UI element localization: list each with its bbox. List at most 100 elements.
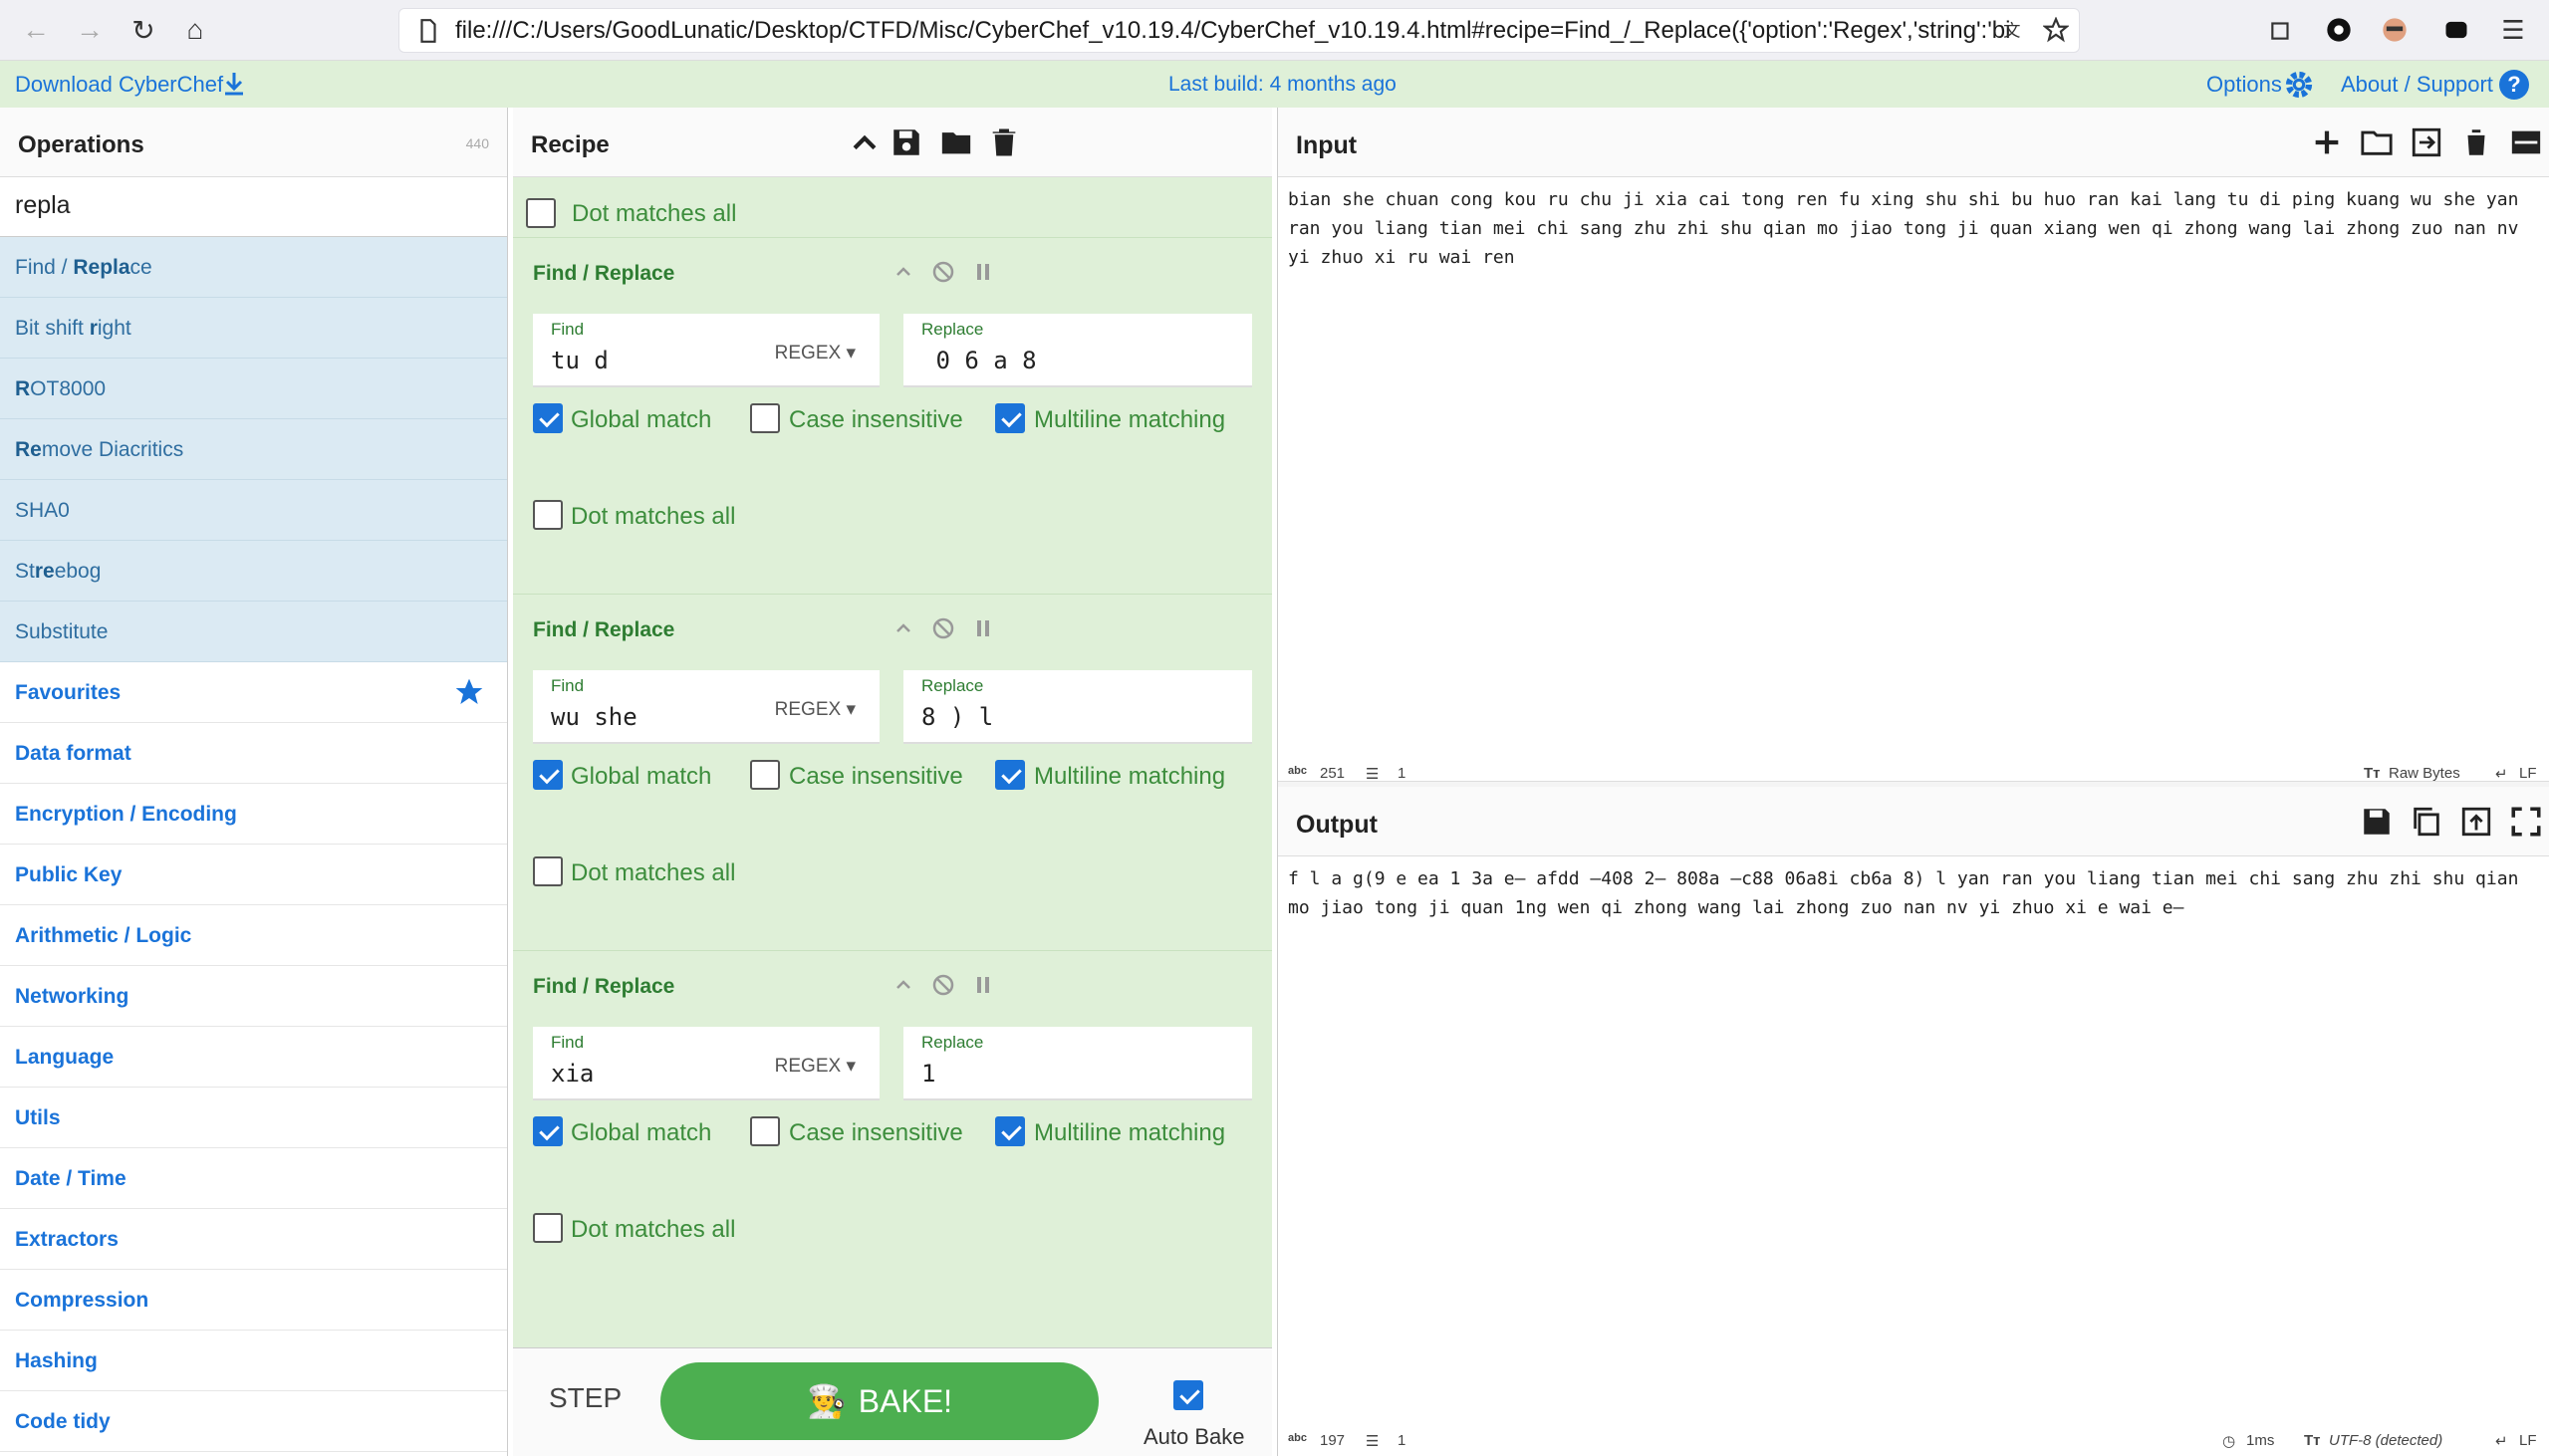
regex-dropdown[interactable]: REGEX ▾ (775, 342, 856, 364)
category-arithmetic-logic[interactable]: Arithmetic / Logic (0, 905, 507, 966)
dot-matches-all-checkbox[interactable] (526, 198, 556, 228)
replace-value[interactable]: 8 ) l (921, 703, 993, 731)
category-code-tidy[interactable]: Code tidy (0, 1391, 507, 1452)
global-match-checkbox[interactable] (533, 1116, 563, 1146)
clear-recipe-icon[interactable] (987, 125, 1021, 159)
category-date-time[interactable]: Date / Time (0, 1148, 507, 1209)
reload-icon[interactable]: ↻ (126, 12, 161, 48)
save-output-icon[interactable] (2360, 805, 2394, 839)
help-icon[interactable]: ? (2499, 70, 2529, 100)
regex-dropdown[interactable]: REGEX ▾ (775, 1055, 856, 1078)
category-data-format[interactable]: Data format (0, 723, 507, 784)
raw-bytes-label[interactable]: Raw Bytes (2389, 765, 2460, 782)
operations-search-input[interactable]: repla (0, 177, 507, 237)
case-insensitive-checkbox[interactable] (750, 760, 780, 790)
category-utils[interactable]: Utils (0, 1088, 507, 1148)
disable-icon[interactable] (931, 260, 955, 284)
translate-icon[interactable]: 文 (1996, 12, 2032, 48)
operation-result[interactable]: Bit shift right (0, 298, 507, 359)
open-folder-icon[interactable] (2360, 125, 2394, 159)
download-icon[interactable] (222, 71, 246, 97)
operation-result[interactable]: SHA0 (0, 480, 507, 541)
find-value[interactable]: tu d (551, 347, 609, 374)
multiline-checkbox[interactable] (995, 760, 1025, 790)
output-encoding[interactable]: UTF-8 (detected) (2329, 1432, 2442, 1449)
disable-icon[interactable] (931, 973, 955, 997)
address-bar[interactable]: file:///C:/Users/GoodLunatic/Desktop/CTF… (398, 8, 2080, 53)
step-button[interactable]: STEP (549, 1382, 622, 1414)
download-link[interactable]: Download CyberChef (15, 72, 223, 98)
menu-icon[interactable]: ☰ (2495, 12, 2531, 48)
extension-mask-icon[interactable] (2438, 12, 2474, 48)
input-textarea[interactable]: bian she chuan cong kou ru chu ji xia ca… (1288, 185, 2538, 544)
collapse-icon[interactable] (892, 973, 915, 997)
find-field[interactable]: Find tu d REGEX ▾ (533, 314, 880, 387)
category-hashing[interactable]: Hashing (0, 1331, 507, 1391)
url-text[interactable]: file:///C:/Users/GoodLunatic/Desktop/CTF… (455, 17, 2009, 45)
category-language[interactable]: Language (0, 1027, 507, 1088)
bookmark-star-icon[interactable] (2038, 12, 2074, 48)
case-insensitive-checkbox[interactable] (750, 403, 780, 433)
disable-icon[interactable] (931, 616, 955, 640)
replace-input-icon[interactable] (2459, 805, 2493, 839)
dot-matches-all-checkbox[interactable] (533, 500, 563, 530)
collapse-all-icon[interactable] (848, 125, 882, 159)
category-favourites[interactable]: Favourites (0, 662, 507, 723)
auto-bake-checkbox[interactable] (1173, 1380, 1203, 1410)
regex-dropdown[interactable]: REGEX ▾ (775, 698, 856, 721)
clear-input-icon[interactable] (2459, 125, 2493, 159)
bake-button[interactable]: 👨‍🍳 BAKE! (660, 1362, 1099, 1440)
add-tab-icon[interactable] (2310, 125, 2344, 159)
collapse-icon[interactable] (892, 260, 915, 284)
save-recipe-icon[interactable] (890, 125, 923, 159)
options-link[interactable]: Options (2206, 72, 2282, 98)
output-eol[interactable]: LF (2519, 1432, 2537, 1449)
operation-result[interactable]: Remove Diacritics (0, 419, 507, 480)
maximise-icon[interactable] (2509, 805, 2543, 839)
layout-icon[interactable] (2509, 125, 2543, 159)
operation-result[interactable]: Substitute (0, 602, 507, 662)
multiline-checkbox[interactable] (995, 1116, 1025, 1146)
operation-result[interactable]: Streebog (0, 541, 507, 602)
case-insensitive-checkbox[interactable] (750, 1116, 780, 1146)
category-compression[interactable]: Compression (0, 1270, 507, 1331)
breakpoint-icon[interactable] (971, 973, 995, 997)
find-value[interactable]: wu she (551, 703, 637, 731)
replace-field[interactable]: Replace 0 6 a 8 (903, 314, 1252, 387)
back-icon[interactable]: ← (18, 12, 54, 48)
load-recipe-icon[interactable] (939, 125, 973, 159)
category-label: Encryption / Encoding (15, 803, 237, 826)
global-match-checkbox[interactable] (533, 760, 563, 790)
replace-value[interactable]: 0 6 a 8 (921, 347, 1036, 374)
extension-circle-icon[interactable] (2321, 12, 2357, 48)
profile-avatar-icon[interactable] (2377, 12, 2413, 48)
find-value[interactable]: xia (551, 1060, 594, 1088)
gear-icon[interactable] (2284, 70, 2314, 100)
about-link[interactable]: About / Support (2341, 72, 2493, 98)
input-eol[interactable]: LF (2519, 765, 2537, 782)
find-field[interactable]: Find xia REGEX ▾ (533, 1027, 880, 1100)
replace-field[interactable]: Replace 8 ) l (903, 670, 1252, 744)
global-match-checkbox[interactable] (533, 403, 563, 433)
output-textarea[interactable]: f l a g(9 e ea 1 3a e— afdd —408 2— 808a… (1288, 864, 2538, 1362)
category-encryption-encoding[interactable]: Encryption / Encoding (0, 784, 507, 845)
extensions-icon[interactable] (2263, 12, 2299, 48)
replace-field[interactable]: Replace 1 (903, 1027, 1252, 1100)
breakpoint-icon[interactable] (971, 260, 995, 284)
replace-value[interactable]: 1 (921, 1060, 935, 1088)
forward-icon[interactable]: → (72, 12, 108, 48)
category-public-key[interactable]: Public Key (0, 845, 507, 905)
collapse-icon[interactable] (892, 616, 915, 640)
category-extractors[interactable]: Extractors (0, 1209, 507, 1270)
home-icon[interactable]: ⌂ (177, 12, 213, 48)
find-field[interactable]: Find wu she REGEX ▾ (533, 670, 880, 744)
multiline-checkbox[interactable] (995, 403, 1025, 433)
operation-result[interactable]: Find / Replace (0, 237, 507, 298)
operation-result[interactable]: ROT8000 (0, 359, 507, 419)
breakpoint-icon[interactable] (971, 616, 995, 640)
dot-matches-all-checkbox[interactable] (533, 1213, 563, 1243)
dot-matches-all-checkbox[interactable] (533, 856, 563, 886)
category-networking[interactable]: Networking (0, 966, 507, 1027)
open-file-icon[interactable] (2410, 125, 2443, 159)
copy-output-icon[interactable] (2410, 805, 2443, 839)
